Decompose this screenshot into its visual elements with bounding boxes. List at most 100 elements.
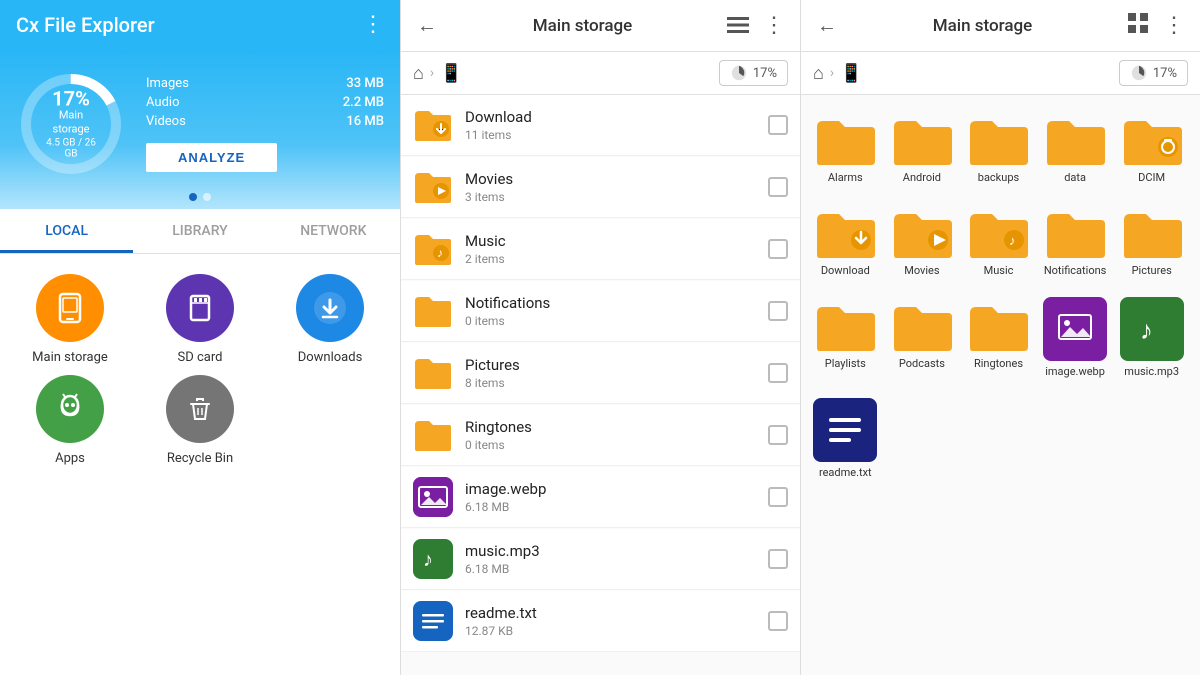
file-checkbox[interactable] — [768, 301, 788, 321]
right-storage-badge: 17% — [1119, 60, 1188, 86]
grid-item[interactable]: Android — [886, 103, 959, 192]
shortcut-main-storage[interactable]: Main storage — [10, 274, 130, 365]
app-more-button[interactable]: ⋮ — [362, 12, 384, 37]
folder-pictures-grid-icon — [1120, 204, 1184, 260]
list-item[interactable]: image.webp 6.18 MB — [401, 467, 800, 528]
tab-network[interactable]: NETWORK — [267, 209, 400, 253]
grid-item-label: Playlists — [825, 357, 866, 370]
list-item[interactable]: ♪ Music 2 items — [401, 219, 800, 280]
grid-item[interactable]: Movies — [886, 196, 959, 285]
folder-download-grid-icon — [813, 204, 877, 260]
audio-file-icon: ♪ — [413, 539, 453, 579]
storage-label: Main storage — [44, 109, 99, 138]
right-device-icon[interactable]: 📱 — [840, 63, 862, 84]
file-checkbox[interactable] — [768, 177, 788, 197]
stat-videos: Videos 16 MB — [146, 114, 384, 129]
grid-item-label: Pictures — [1132, 264, 1172, 277]
grid-item[interactable]: Podcasts — [886, 289, 959, 386]
file-checkbox[interactable] — [768, 549, 788, 569]
folder-notifications-grid-icon — [1043, 204, 1107, 260]
list-item[interactable]: Pictures 8 items — [401, 343, 800, 404]
folder-pictures-icon — [413, 353, 453, 393]
file-meta: 2 items — [465, 252, 756, 266]
middle-title: Main storage — [449, 16, 716, 36]
sd-card-icon — [166, 274, 234, 342]
svg-text:♪: ♪ — [437, 246, 443, 260]
file-checkbox[interactable] — [768, 115, 788, 135]
shortcut-downloads[interactable]: Downloads — [270, 274, 390, 365]
file-meta: 6.18 MB — [465, 562, 756, 576]
home-icon[interactable]: ⌂ — [413, 63, 424, 84]
grid-item[interactable]: readme.txt — [809, 390, 882, 487]
right-breadcrumb: ⌂ › 📱 17% — [801, 52, 1200, 95]
apps-icon — [36, 375, 104, 443]
file-list: Download 11 items Movies 3 items — [401, 95, 800, 675]
grid-item-label: readme.txt — [819, 466, 872, 479]
folder-notifications-icon — [413, 291, 453, 331]
tab-library[interactable]: LIBRARY — [133, 209, 266, 253]
shortcut-apps[interactable]: Apps — [10, 375, 130, 466]
list-item[interactable]: Movies 3 items — [401, 157, 800, 218]
right-panel: ← Main storage ⋮ ⌂ › 📱 17% — [800, 0, 1200, 675]
list-item[interactable]: ♪ music.mp3 6.18 MB — [401, 529, 800, 590]
text-file-icon — [413, 601, 453, 641]
file-checkbox[interactable] — [768, 363, 788, 383]
file-name: readme.txt — [465, 604, 756, 622]
carousel-dots — [189, 193, 211, 201]
grid-item-label: Android — [903, 171, 941, 184]
file-checkbox[interactable] — [768, 487, 788, 507]
device-icon[interactable]: 📱 — [440, 63, 462, 84]
storage-stats: Images 33 MB Audio 2.2 MB Videos 16 MB A… — [146, 76, 384, 172]
file-name: Ringtones — [465, 418, 756, 436]
list-item[interactable]: Ringtones 0 items — [401, 405, 800, 466]
grid-item[interactable]: DCIM — [1115, 103, 1188, 192]
middle-more-button[interactable]: ⋮ — [760, 13, 788, 38]
middle-list-view-icon[interactable] — [724, 14, 752, 38]
list-item[interactable]: readme.txt 12.87 KB — [401, 591, 800, 652]
grid-item-label: image.webp — [1045, 365, 1105, 378]
grid-item-label: Ringtones — [974, 357, 1023, 370]
right-more-button[interactable]: ⋮ — [1160, 13, 1188, 38]
grid-item[interactable]: Download — [809, 196, 882, 285]
svg-text:♪: ♪ — [1009, 234, 1016, 249]
file-checkbox[interactable] — [768, 239, 788, 259]
middle-panel: ← Main storage ⋮ ⌂ › 📱 17% — [400, 0, 800, 675]
list-item[interactable]: Notifications 0 items — [401, 281, 800, 342]
svg-text:♪: ♪ — [1140, 316, 1153, 346]
file-meta: 0 items — [465, 438, 756, 452]
folder-playlists-icon — [813, 297, 877, 353]
grid-item-label: Music — [984, 264, 1014, 277]
grid-item[interactable]: Playlists — [809, 289, 882, 386]
grid-item[interactable]: image.webp — [1039, 289, 1112, 386]
grid-item[interactable]: Pictures — [1115, 196, 1188, 285]
file-checkbox[interactable] — [768, 425, 788, 445]
grid-item[interactable]: ♪ music.mp3 — [1115, 289, 1188, 386]
analyze-button[interactable]: ANALYZE — [146, 143, 277, 172]
grid-item[interactable]: backups — [962, 103, 1035, 192]
list-item[interactable]: Download 11 items — [401, 95, 800, 156]
shortcut-sd-card[interactable]: SD card — [140, 274, 260, 365]
folder-movies-grid-icon — [890, 204, 954, 260]
grid-item[interactable]: data — [1039, 103, 1112, 192]
folder-data-icon — [1043, 111, 1107, 167]
file-meta: 12.87 KB — [465, 624, 756, 638]
grid-item[interactable]: Ringtones — [962, 289, 1035, 386]
tab-local[interactable]: LOCAL — [0, 209, 133, 253]
right-home-icon[interactable]: ⌂ — [813, 63, 824, 84]
middle-breadcrumb: ⌂ › 📱 17% — [401, 52, 800, 95]
right-grid-view-icon[interactable] — [1124, 13, 1152, 38]
middle-back-button[interactable]: ← — [413, 13, 441, 38]
middle-header: ← Main storage ⋮ — [401, 0, 800, 52]
storage-percent: 17% — [44, 89, 99, 109]
shortcut-recycle-bin[interactable]: Recycle Bin — [140, 375, 260, 466]
right-back-button[interactable]: ← — [813, 13, 841, 38]
folder-ringtones-icon — [413, 415, 453, 455]
grid-item[interactable]: Alarms — [809, 103, 882, 192]
file-checkbox[interactable] — [768, 611, 788, 631]
grid-item[interactable]: Notifica­tions — [1039, 196, 1112, 285]
grid-item[interactable]: ♪ Music — [962, 196, 1035, 285]
grid-item-label: Movies — [904, 264, 939, 277]
file-name: Music — [465, 232, 756, 250]
donut-text: 17% Main storage 4.5 GB / 26 GB — [44, 89, 99, 160]
downloads-icon — [296, 274, 364, 342]
